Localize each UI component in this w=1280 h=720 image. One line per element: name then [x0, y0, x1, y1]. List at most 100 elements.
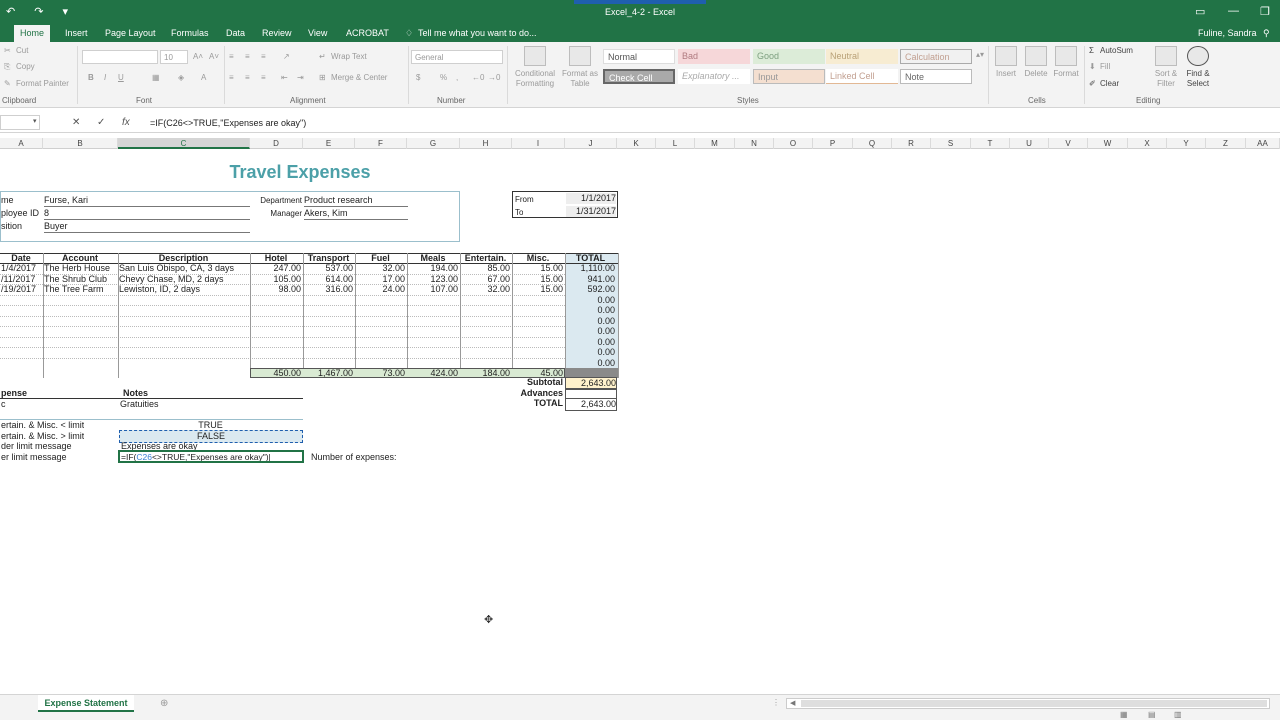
column-header-c[interactable]: C — [118, 138, 250, 149]
column-total-cell[interactable]: 450.00 — [250, 368, 303, 379]
tab-review[interactable]: Review — [262, 28, 292, 38]
table-cell[interactable]: 941.00 — [565, 274, 617, 285]
insert-function-icon[interactable]: fx — [122, 117, 130, 128]
style-check-cell[interactable]: Check Cell — [603, 69, 675, 84]
format-as-table-button[interactable]: Format as Table — [561, 46, 599, 89]
row-total-cell[interactable]: 0.00 — [565, 295, 617, 306]
copy-button[interactable]: Copy — [16, 62, 35, 71]
tab-view[interactable]: View — [308, 28, 327, 38]
table-cell[interactable]: 17.00 — [355, 274, 407, 285]
table-cell[interactable]: 67.00 — [460, 274, 512, 285]
copy-icon[interactable]: ⎘ — [4, 62, 10, 72]
styles-scroll-icon[interactable]: ▴▾ — [976, 50, 984, 59]
table-cell[interactable]: /11/2017 — [0, 274, 43, 285]
from-date[interactable]: 1/1/2017 — [566, 193, 616, 204]
column-header-m[interactable]: M — [695, 138, 735, 149]
underline-button[interactable]: U — [118, 73, 124, 82]
table-cell[interactable]: 98.00 — [250, 284, 303, 295]
increase-indent-icon[interactable]: ⇥ — [297, 73, 304, 82]
row-total-cell[interactable]: 0.00 — [565, 305, 617, 316]
table-cell[interactable]: 85.00 — [460, 263, 512, 274]
sort-filter-button[interactable]: Sort & Filter — [1150, 46, 1182, 89]
column-header-n[interactable]: N — [735, 138, 774, 149]
tab-home[interactable]: Home — [14, 25, 51, 42]
name-box-dropdown-icon[interactable]: ▾ — [33, 117, 37, 125]
italic-button[interactable]: I — [104, 73, 106, 82]
column-total-cell[interactable]: 424.00 — [407, 368, 460, 379]
conditional-formatting-button[interactable]: Conditional Formatting — [511, 46, 559, 89]
style-input[interactable]: Input — [753, 69, 825, 84]
employee-name[interactable]: Furse, Kari — [44, 195, 250, 207]
column-total-cell[interactable]: 73.00 — [355, 368, 407, 379]
misc-note[interactable]: Gratuities — [120, 399, 159, 410]
table-cell[interactable]: 32.00 — [355, 263, 407, 274]
decrease-indent-icon[interactable]: ⇤ — [281, 73, 288, 82]
merge-center-icon[interactable]: ⊞ — [319, 73, 326, 82]
orientation-icon[interactable]: ↗ — [283, 52, 290, 61]
table-cell[interactable]: 1,110.00 — [565, 263, 617, 274]
tab-data[interactable]: Data — [226, 28, 245, 38]
column-total-cell[interactable]: 184.00 — [460, 368, 512, 379]
align-top-icon[interactable]: ≡ — [229, 52, 234, 61]
column-header-j[interactable]: J — [565, 138, 617, 149]
increase-decimal-icon[interactable]: ←0 — [472, 73, 484, 82]
table-cell[interactable]: 123.00 — [407, 274, 460, 285]
clear-icon[interactable]: ✐ — [1089, 79, 1096, 88]
scroll-left-icon[interactable]: ◀ — [790, 699, 795, 707]
to-date[interactable]: 1/31/2017 — [566, 206, 616, 217]
decrease-font-icon[interactable]: A˅ — [209, 52, 219, 61]
normal-view-icon[interactable]: ▦ — [1120, 710, 1128, 719]
autosum-button[interactable]: AutoSum — [1100, 46, 1133, 55]
table-cell[interactable]: 316.00 — [303, 284, 355, 295]
scrollbar-thumb[interactable] — [801, 700, 1267, 707]
delete-cells-button[interactable]: Delete — [1022, 46, 1050, 79]
style-note[interactable]: Note — [900, 69, 972, 84]
column-header-aa[interactable]: AA — [1246, 138, 1280, 149]
row-total-cell[interactable]: 0.00 — [565, 347, 617, 358]
column-header-s[interactable]: S — [931, 138, 971, 149]
row-total-cell[interactable]: 0.00 — [565, 316, 617, 327]
align-center-icon[interactable]: ≡ — [245, 73, 250, 82]
worksheet-grid[interactable]: Travel Expenses me Furse, Kari ployee ID… — [0, 149, 1280, 694]
formula-input[interactable]: =IF(C26<>TRUE,"Expenses are okay") — [150, 118, 306, 128]
align-bottom-icon[interactable]: ≡ — [261, 52, 266, 61]
table-cell[interactable]: 105.00 — [250, 274, 303, 285]
clear-button[interactable]: Clear — [1100, 79, 1119, 88]
find-select-button[interactable]: Find & Select — [1182, 46, 1214, 89]
column-header-p[interactable]: P — [813, 138, 853, 149]
column-header-e[interactable]: E — [303, 138, 355, 149]
wrap-text-icon[interactable]: ↵ — [319, 52, 326, 61]
cut-icon[interactable]: ✂ — [4, 46, 11, 55]
increase-font-icon[interactable]: A˄ — [193, 52, 203, 61]
table-cell[interactable]: 15.00 — [512, 274, 565, 285]
align-left-icon[interactable]: ≡ — [229, 73, 234, 82]
column-header-o[interactable]: O — [774, 138, 813, 149]
table-cell[interactable]: 24.00 — [355, 284, 407, 295]
new-sheet-icon[interactable]: ⊕ — [160, 698, 168, 709]
style-neutral[interactable]: Neutral — [826, 49, 898, 64]
column-header-i[interactable]: I — [512, 138, 565, 149]
column-header-g[interactable]: G — [407, 138, 460, 149]
column-header-v[interactable]: V — [1049, 138, 1088, 149]
manager[interactable]: Akers, Kim — [304, 208, 408, 220]
font-color-icon[interactable]: A — [201, 73, 206, 82]
ribbon-display-icon[interactable]: ▭ — [1195, 5, 1205, 18]
table-cell[interactable]: 107.00 — [407, 284, 460, 295]
format-painter-button[interactable]: Format Painter — [16, 79, 69, 88]
table-cell[interactable]: 614.00 — [303, 274, 355, 285]
active-cell-editor[interactable]: =IF(C26<>TRUE,"Expenses are okay")| — [118, 450, 304, 463]
autosum-icon[interactable]: Σ — [1089, 46, 1094, 55]
cut-button[interactable]: Cut — [16, 46, 28, 55]
employee-id[interactable]: 8 — [44, 208, 250, 220]
style-calculation[interactable]: Calculation — [900, 49, 972, 64]
column-header-r[interactable]: R — [892, 138, 931, 149]
table-cell[interactable]: 194.00 — [407, 263, 460, 274]
column-header-x[interactable]: X — [1128, 138, 1167, 149]
table-cell[interactable]: 537.00 — [303, 263, 355, 274]
column-header-y[interactable]: Y — [1167, 138, 1206, 149]
column-header-u[interactable]: U — [1010, 138, 1049, 149]
number-format-dropdown[interactable]: General — [411, 50, 503, 64]
user-name[interactable]: Fuline, Sandra — [1198, 28, 1257, 38]
column-header-t[interactable]: T — [971, 138, 1010, 149]
tab-insert[interactable]: Insert — [65, 28, 88, 38]
